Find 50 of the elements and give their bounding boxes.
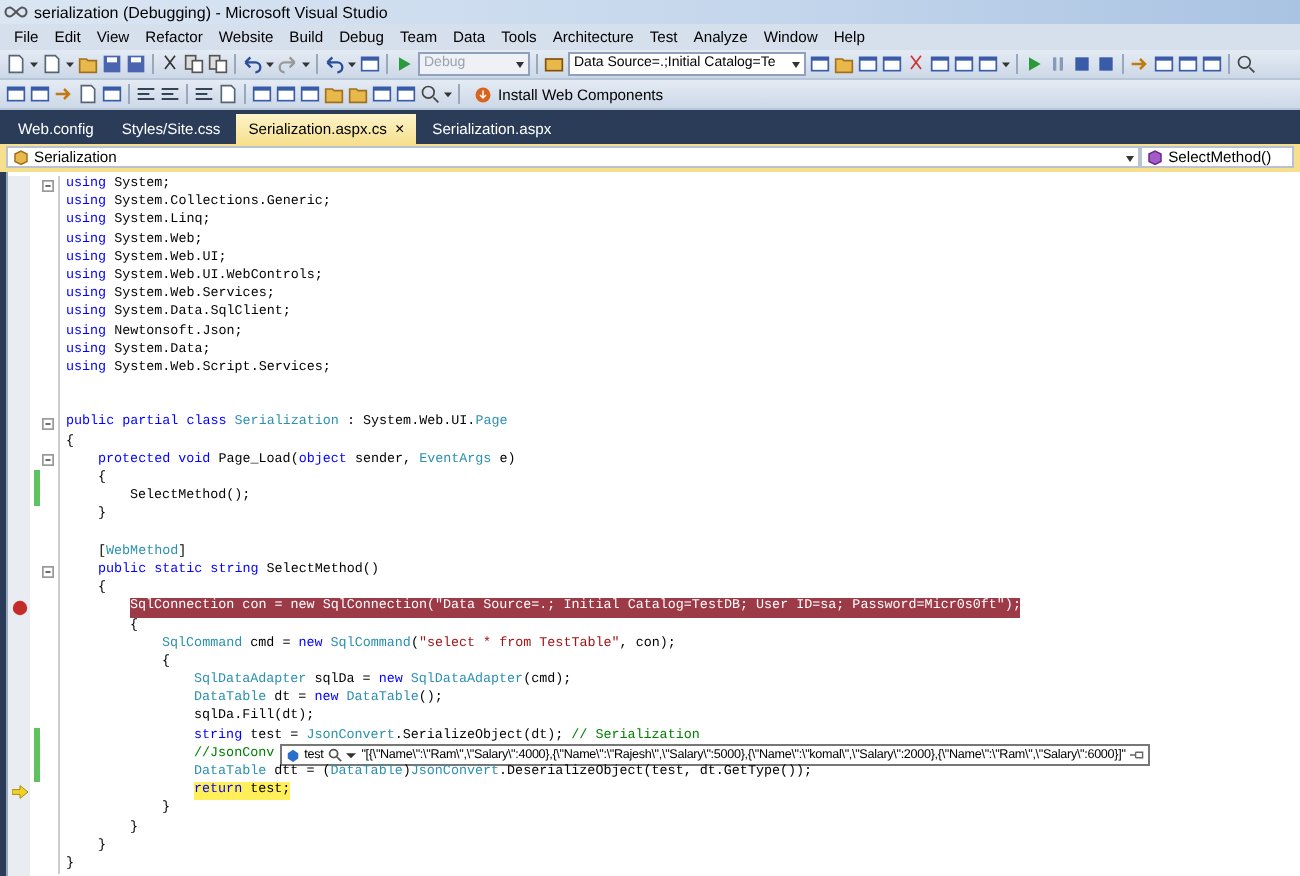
pin-icon[interactable] — [1129, 747, 1144, 762]
document-icon[interactable] — [218, 84, 238, 104]
window-icon[interactable] — [252, 84, 272, 104]
window-icon[interactable] — [360, 54, 380, 74]
close-tab-button[interactable]: × — [394, 121, 405, 137]
window-icon[interactable] — [858, 54, 878, 74]
window-icon[interactable] — [930, 54, 950, 74]
window-icon[interactable] — [300, 84, 320, 104]
arrow-icon[interactable] — [1130, 54, 1150, 74]
window-icon[interactable] — [396, 84, 416, 104]
window-icon[interactable] — [30, 84, 50, 104]
window-title: serialization (Debugging) - Microsoft Visual Studio — [34, 3, 388, 21]
lines-icon[interactable] — [160, 84, 180, 104]
download-icon — [474, 85, 492, 103]
arrow-icon[interactable] — [54, 84, 74, 104]
window-icon[interactable] — [810, 54, 830, 74]
lines-icon[interactable] — [136, 84, 156, 104]
variable-icon — [286, 747, 301, 762]
navigate-icon[interactable] — [324, 54, 344, 74]
breakpoint-icon[interactable] — [11, 599, 27, 616]
window-icon[interactable] — [372, 84, 392, 104]
folder-icon[interactable] — [834, 54, 854, 74]
collapse-icon[interactable] — [42, 454, 54, 467]
undo-icon[interactable] — [242, 54, 262, 74]
method-icon — [1146, 148, 1165, 166]
folder-icon[interactable] — [78, 54, 98, 74]
copy-icon[interactable] — [184, 54, 204, 74]
collapse-icon[interactable] — [42, 418, 54, 431]
dropdown-caret-icon[interactable] — [345, 747, 356, 762]
play-icon[interactable] — [394, 54, 414, 74]
window-icon[interactable] — [882, 54, 902, 74]
collapse-icon[interactable] — [42, 565, 54, 578]
collapse-icon[interactable] — [42, 179, 54, 192]
infinity-logo-icon — [4, 6, 28, 18]
class-icon — [12, 148, 30, 166]
lines-icon[interactable] — [194, 84, 214, 104]
window-icon[interactable] — [6, 84, 26, 104]
window-icon[interactable] — [1154, 54, 1174, 74]
window-icon[interactable] — [102, 84, 122, 104]
play-icon[interactable] — [1024, 54, 1044, 74]
window-icon[interactable] — [1202, 54, 1222, 74]
save-all-icon[interactable] — [126, 54, 146, 74]
window-icon[interactable] — [978, 54, 998, 74]
window-icon[interactable] — [954, 54, 974, 74]
save-icon[interactable] — [102, 54, 122, 74]
magnifier-icon[interactable] — [327, 747, 342, 762]
search-icon[interactable] — [420, 84, 440, 104]
window-icon[interactable] — [276, 84, 296, 104]
window-icon[interactable] — [1178, 54, 1198, 74]
search-icon[interactable] — [1236, 54, 1256, 74]
